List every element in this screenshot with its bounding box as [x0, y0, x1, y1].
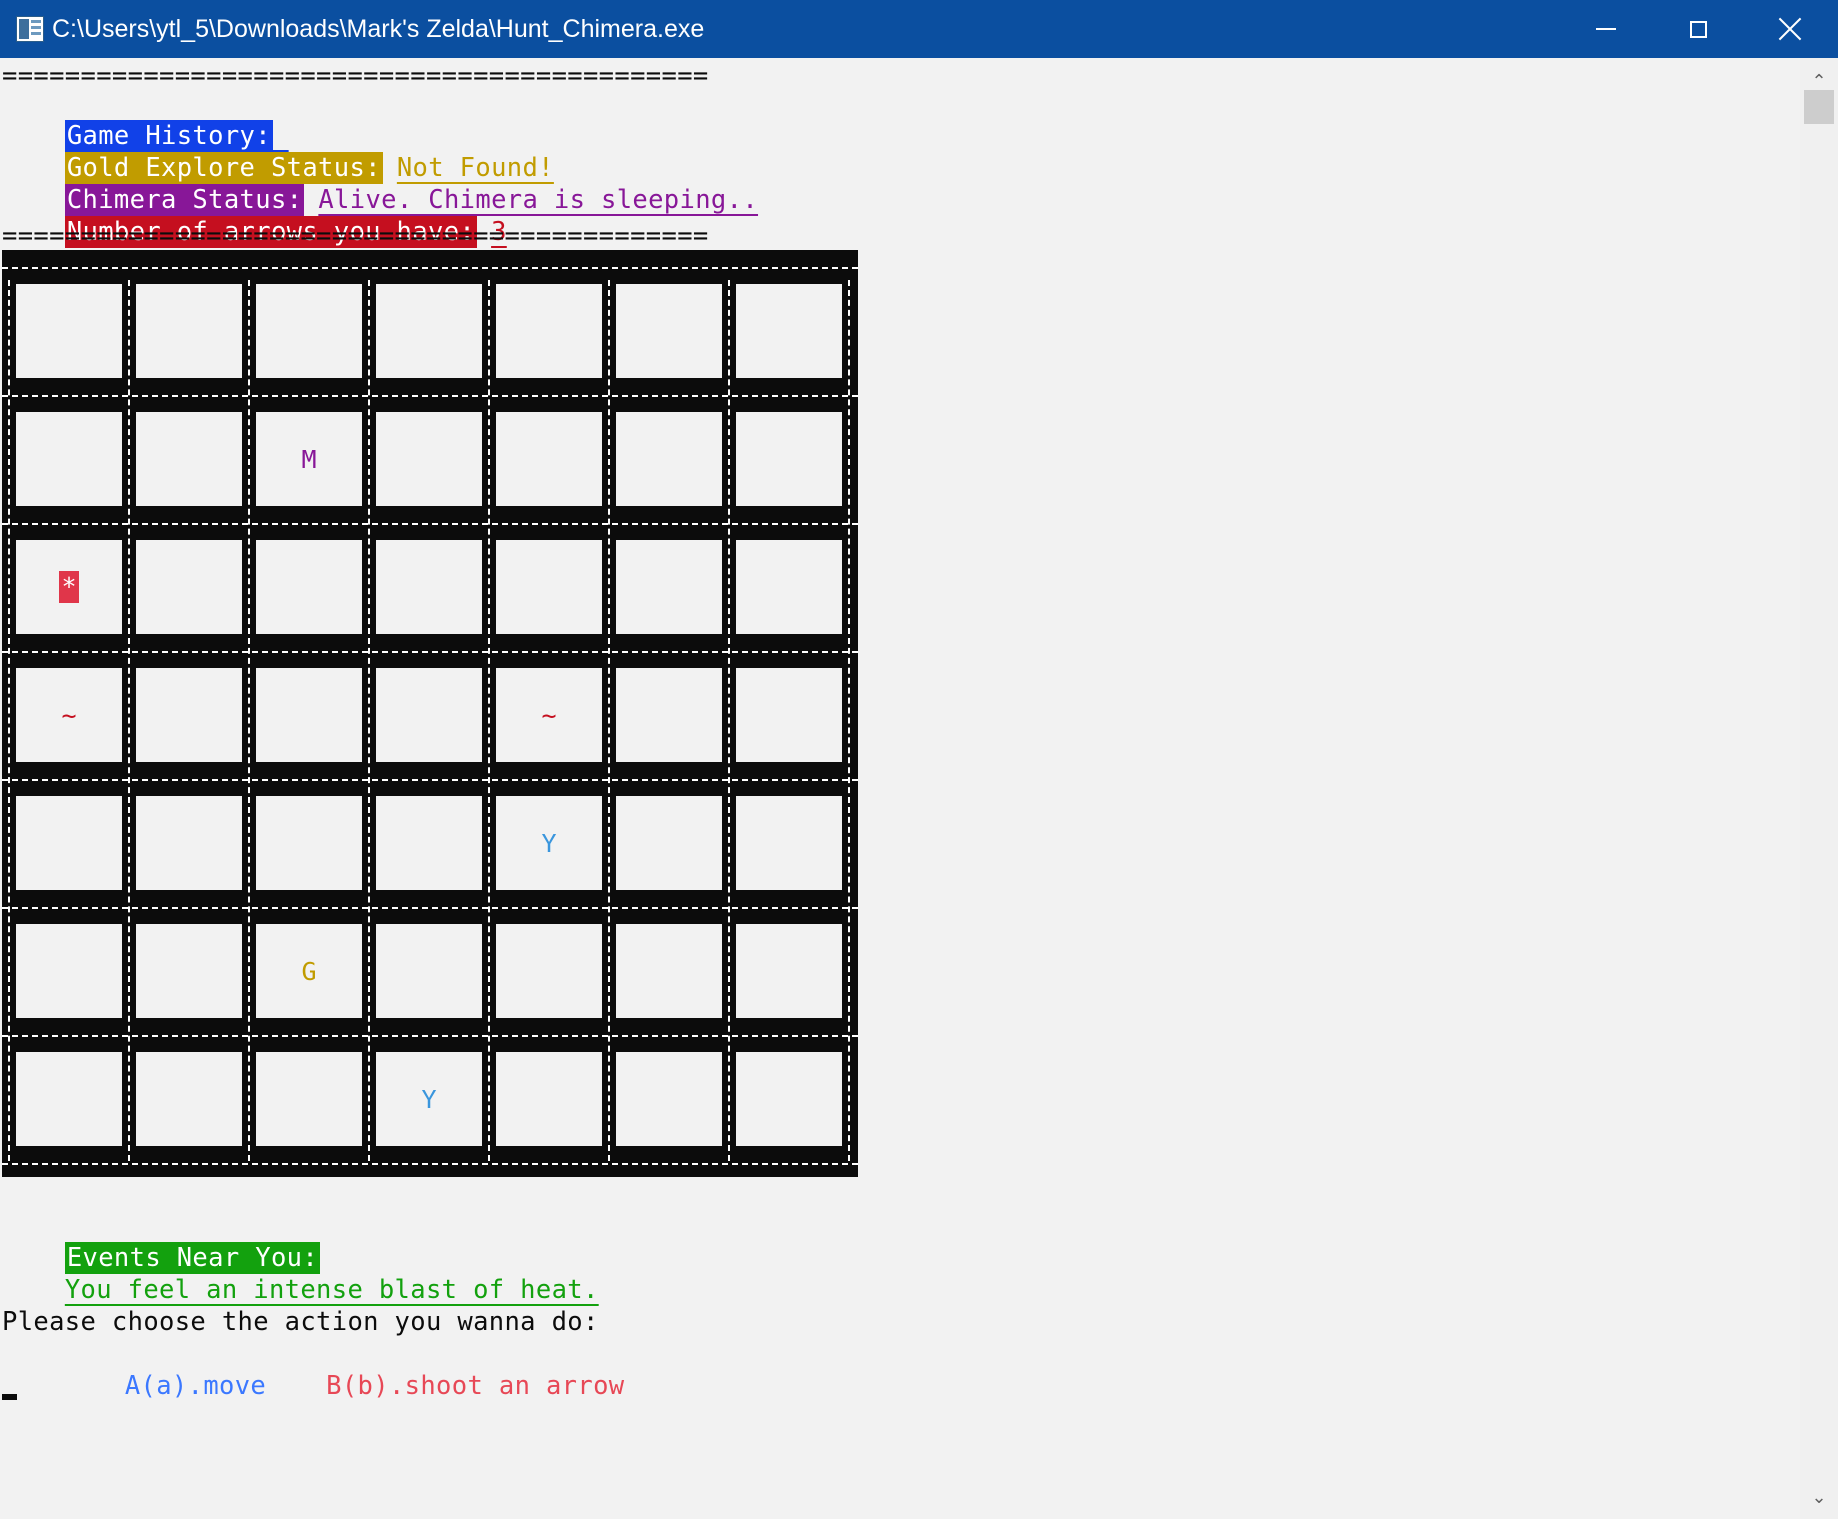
map-cell[interactable] — [616, 540, 722, 634]
grid-border-col — [368, 280, 370, 1161]
gold-marker: G — [301, 956, 317, 986]
maximize-button[interactable] — [1652, 0, 1744, 58]
heat-marker: ~ — [541, 700, 557, 730]
scroll-down-icon[interactable]: ⌄ — [1800, 1478, 1838, 1516]
map-cell[interactable]: Y — [496, 796, 602, 890]
map-cell[interactable] — [136, 796, 242, 890]
player-marker: * — [59, 571, 79, 603]
chimera-marker: M — [301, 444, 317, 474]
scroll-thumb[interactable] — [1804, 90, 1834, 124]
grid-border-col — [8, 280, 10, 1161]
map-cell[interactable] — [256, 796, 362, 890]
grid-border-col — [128, 280, 130, 1161]
map-cell[interactable] — [496, 284, 602, 378]
separator-bottom: ========================================… — [2, 221, 709, 251]
map-cell[interactable] — [616, 668, 722, 762]
map-cell[interactable] — [736, 796, 842, 890]
map-cell[interactable] — [736, 540, 842, 634]
map-cell[interactable] — [616, 1052, 722, 1146]
events-message-row: You feel an intense blast of heat. — [2, 1242, 599, 1305]
heat-marker: ~ — [61, 700, 77, 730]
close-button[interactable] — [1744, 0, 1836, 58]
map-cell[interactable] — [16, 1052, 122, 1146]
map-cell[interactable] — [736, 412, 842, 506]
gold-status-row: Gold Explore Status: Not Found! — [2, 120, 554, 184]
map-cell[interactable] — [376, 284, 482, 378]
map-cell[interactable] — [496, 924, 602, 1018]
minimize-button[interactable] — [1560, 0, 1652, 58]
title-bar[interactable]: C:\Users\ytl_5\Downloads\Mark's Zelda\Hu… — [0, 0, 1838, 58]
map-cell[interactable]: ~ — [496, 668, 602, 762]
map-cell[interactable]: Y — [376, 1052, 482, 1146]
map-cell[interactable] — [376, 796, 482, 890]
map-cell[interactable] — [496, 412, 602, 506]
map-cell[interactable] — [16, 924, 122, 1018]
grid-border-col — [848, 280, 850, 1161]
map-cell[interactable] — [256, 668, 362, 762]
map-cell[interactable] — [616, 284, 722, 378]
action-options-row: A(a).move B(b).shoot an arrow — [62, 1338, 624, 1401]
game-history-row: Game History: — [2, 88, 289, 152]
map-cell[interactable]: ~ — [16, 668, 122, 762]
grid-border-col — [608, 280, 610, 1161]
map-cell[interactable] — [136, 1052, 242, 1146]
map-cell[interactable] — [136, 412, 242, 506]
minimize-icon — [1596, 28, 1616, 30]
console-app-icon[interactable] — [16, 16, 44, 42]
grid-border-row — [2, 267, 858, 269]
map-cell[interactable] — [256, 284, 362, 378]
map-cell[interactable] — [136, 540, 242, 634]
map-cell[interactable] — [376, 924, 482, 1018]
map-cell[interactable] — [136, 924, 242, 1018]
map-cell[interactable]: G — [256, 924, 362, 1018]
grid-border-col — [728, 280, 730, 1161]
map-cell[interactable] — [616, 796, 722, 890]
map-symbol: Y — [541, 828, 557, 858]
input-cursor[interactable] — [2, 1394, 17, 1400]
map-cell[interactable] — [736, 924, 842, 1018]
grid-border-col — [488, 280, 490, 1161]
map-cell[interactable] — [496, 1052, 602, 1146]
map-cell[interactable] — [616, 412, 722, 506]
window-title: C:\Users\ytl_5\Downloads\Mark's Zelda\Hu… — [52, 15, 705, 43]
map-cell[interactable] — [736, 284, 842, 378]
map-cell[interactable] — [736, 668, 842, 762]
arrows-row: Number of arrows you have: 3 — [2, 184, 507, 248]
map-symbol: Y — [421, 1084, 437, 1114]
map-cell[interactable] — [16, 796, 122, 890]
grid-border-row — [2, 1163, 858, 1165]
map-cell[interactable] — [376, 540, 482, 634]
map-cell[interactable] — [616, 924, 722, 1018]
map-cell[interactable] — [136, 668, 242, 762]
map-cell[interactable] — [256, 540, 362, 634]
grid-border-col — [248, 280, 250, 1161]
map-cell[interactable] — [136, 284, 242, 378]
vertical-scrollbar[interactable]: ⌃ ⌄ — [1800, 58, 1838, 1519]
events-label-row: Events Near You: — [2, 1210, 321, 1274]
map-cell[interactable]: M — [256, 412, 362, 506]
map-cell[interactable] — [496, 540, 602, 634]
chimera-status-row: Chimera Status: Alive. Chimera is sleepin… — [2, 152, 758, 216]
action-prompt: Please choose the action you wanna do: — [2, 1307, 599, 1337]
map-cell[interactable] — [256, 1052, 362, 1146]
shoot-option[interactable]: B(b).shoot an arrow — [326, 1371, 624, 1401]
move-option[interactable]: A(a).move — [125, 1371, 266, 1401]
events-message: You feel an intense blast of heat. — [64, 1275, 599, 1305]
close-icon — [1778, 17, 1802, 41]
map-cell[interactable] — [376, 412, 482, 506]
maximize-icon — [1689, 20, 1707, 38]
map-cell[interactable]: * — [16, 540, 122, 634]
map-cell[interactable] — [736, 1052, 842, 1146]
map-cell[interactable] — [16, 284, 122, 378]
map-cell[interactable] — [376, 668, 482, 762]
map-cell[interactable] — [16, 412, 122, 506]
game-map-grid: M * ~ ~ Y G Y — [2, 250, 858, 1177]
